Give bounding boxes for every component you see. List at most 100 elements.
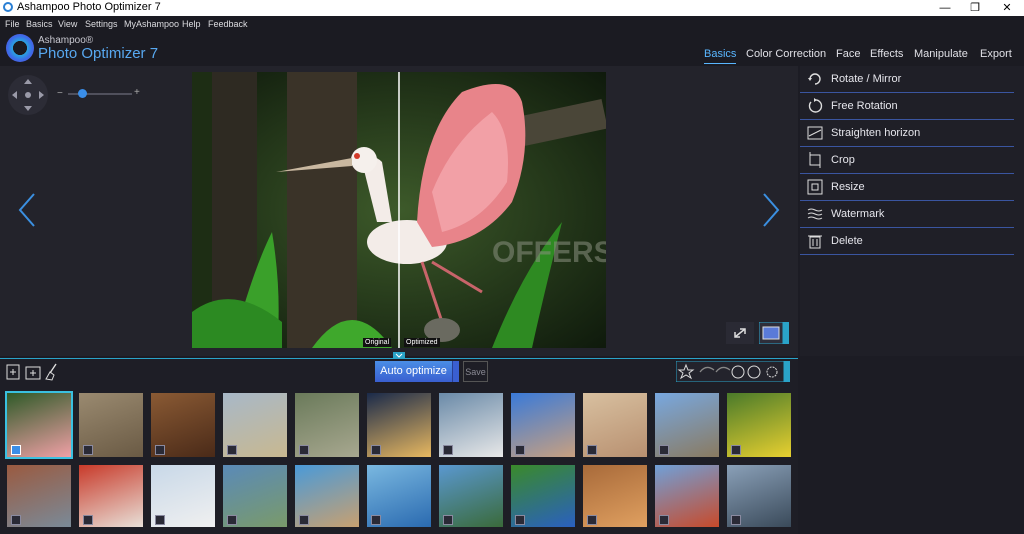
minimize-button[interactable]: — (928, 0, 962, 16)
thumbnail-checkbox[interactable] (83, 515, 93, 525)
thumbnail-checkbox[interactable] (227, 515, 237, 525)
thumbnail-checkbox[interactable] (371, 445, 381, 455)
thumbnail-checkbox[interactable] (515, 515, 525, 525)
tool-crop[interactable]: Crop (800, 147, 1014, 174)
thumbnail-checkbox[interactable] (227, 445, 237, 455)
thumbnail-parrot[interactable] (511, 465, 575, 527)
tab-basics[interactable]: Basics (704, 48, 737, 64)
collapse-icon[interactable] (393, 352, 405, 359)
compare-view-icon[interactable] (759, 322, 789, 344)
thumbnail-skyscrapers[interactable] (727, 465, 791, 527)
thumbnail-city-night[interactable] (367, 393, 431, 457)
maximize-button[interactable]: ❐ (958, 0, 992, 16)
tool-label: Resize (831, 181, 865, 193)
thumbnail-checkbox[interactable] (659, 445, 669, 455)
thumbnail-checkbox[interactable] (659, 515, 669, 525)
auto-optimize-button[interactable]: Auto optimize (375, 361, 452, 382)
next-image-icon[interactable] (760, 192, 782, 228)
thumbnail-bird-grass[interactable] (295, 393, 359, 457)
tool-label: Free Rotation (831, 100, 898, 112)
menu-settings[interactable]: Settings (85, 19, 118, 29)
free-rotation-icon (808, 98, 823, 113)
logo-icon (6, 34, 34, 62)
tool-label: Watermark (831, 208, 885, 220)
thumbnail-checkbox[interactable] (587, 445, 597, 455)
tab-color-correction[interactable]: Color Correction (746, 48, 826, 60)
tool-resize[interactable]: Resize (800, 174, 1014, 201)
product-name: Photo Optimizer 7 (38, 45, 159, 62)
thumbnail-checkbox[interactable] (443, 445, 453, 455)
zoom-in-icon[interactable]: + (134, 87, 140, 98)
zoom-slider-track[interactable] (68, 89, 132, 98)
thumbnail-yellow-flowers[interactable] (727, 393, 791, 457)
thumbnail-checkbox[interactable] (155, 515, 165, 525)
thumbnail-monkey[interactable] (79, 393, 143, 457)
delete-icon (808, 235, 822, 249)
window-title: Ashampoo Photo Optimizer 7 (17, 1, 161, 13)
tab-effects[interactable]: Effects (870, 48, 903, 60)
previous-image-icon[interactable] (16, 192, 38, 228)
thumbnail-checkbox[interactable] (11, 515, 21, 525)
menu-basics[interactable]: Basics (26, 19, 53, 29)
thumbnail-checkbox[interactable] (731, 445, 741, 455)
clear-list-icon[interactable] (44, 363, 60, 381)
thumbnail-golden-gate[interactable] (655, 465, 719, 527)
tool-straighten-horizon[interactable]: Straighten horizon (800, 120, 1014, 147)
tab-manipulate[interactable]: Manipulate (914, 48, 968, 60)
thumbnail-checkbox[interactable] (11, 445, 21, 455)
thumbnail-cat[interactable] (583, 465, 647, 527)
add-folder-icon[interactable] (25, 364, 41, 380)
thumbnail-checkbox[interactable] (587, 515, 597, 525)
crop-icon (809, 152, 821, 168)
edit-toolbar[interactable] (676, 361, 790, 382)
menu-myashampoo[interactable]: MyAshampoo (124, 19, 179, 29)
thumbnail-horse-wall[interactable] (295, 465, 359, 527)
tool-watermark[interactable]: Watermark (800, 201, 1014, 228)
thumbnail-coast-town[interactable] (223, 465, 287, 527)
thumbnail-beach-dunes[interactable] (223, 393, 287, 457)
thumbnail-green-truck[interactable] (439, 465, 503, 527)
tools-panel: Rotate / Mirror Free Rotation Straighten… (800, 66, 1024, 356)
header: Ashampoo® Photo Optimizer 7 Basics Color… (0, 32, 1024, 66)
tool-free-rotation[interactable]: Free Rotation (800, 93, 1014, 120)
tab-face[interactable]: Face (836, 48, 860, 60)
thumbnail-checkbox[interactable] (299, 515, 309, 525)
tool-delete[interactable]: Delete (800, 228, 1014, 255)
thumbnail-checkbox[interactable] (83, 445, 93, 455)
menu-help[interactable]: Help (182, 19, 201, 29)
thumbnail-canal-buildings[interactable] (7, 465, 71, 527)
thumbnail-blue-car[interactable] (367, 465, 431, 527)
tool-label: Rotate / Mirror (831, 73, 902, 85)
original-label: Original (363, 338, 392, 347)
watermark-icon (807, 208, 823, 220)
zoom-slider-handle[interactable] (78, 89, 88, 98)
thumbnail-logs[interactable] (151, 393, 215, 457)
thumbnail-checkbox[interactable] (731, 515, 741, 525)
thumbnail-checkbox[interactable] (443, 515, 453, 525)
close-button[interactable]: ✕ (990, 0, 1024, 16)
add-file-icon[interactable] (6, 364, 20, 380)
thumbnail-checkbox[interactable] (515, 445, 525, 455)
thumbnail-flamingo[interactable] (5, 391, 73, 459)
thumbnail-checkbox[interactable] (371, 515, 381, 525)
thumbnail-woman-hat[interactable] (511, 393, 575, 457)
thumbnail-desert[interactable] (583, 393, 647, 457)
thumbnail-checkbox[interactable] (155, 445, 165, 455)
thumbnail-eiffel-tower[interactable] (655, 393, 719, 457)
menu-file[interactable]: File (5, 19, 20, 29)
auto-optimize-dropdown[interactable] (452, 361, 459, 382)
pan-navigation-icon[interactable] (6, 73, 50, 117)
save-button[interactable]: Save (463, 361, 488, 382)
thumbnail-lighthouse[interactable] (151, 465, 215, 527)
tool-rotate-mirror[interactable]: Rotate / Mirror (800, 66, 1014, 93)
tool-label: Crop (831, 154, 855, 166)
menu-feedback[interactable]: Feedback (208, 19, 248, 29)
tab-export[interactable]: Export (980, 48, 1012, 60)
fullscreen-icon[interactable] (726, 322, 754, 344)
tool-label: Delete (831, 235, 863, 247)
thumbnail-motorbike-rider[interactable] (79, 465, 143, 527)
menu-view[interactable]: View (58, 19, 77, 29)
thumbnail-checkbox[interactable] (299, 445, 309, 455)
thumbnail-egret[interactable] (439, 393, 503, 457)
zoom-out-icon[interactable]: − (57, 88, 63, 99)
